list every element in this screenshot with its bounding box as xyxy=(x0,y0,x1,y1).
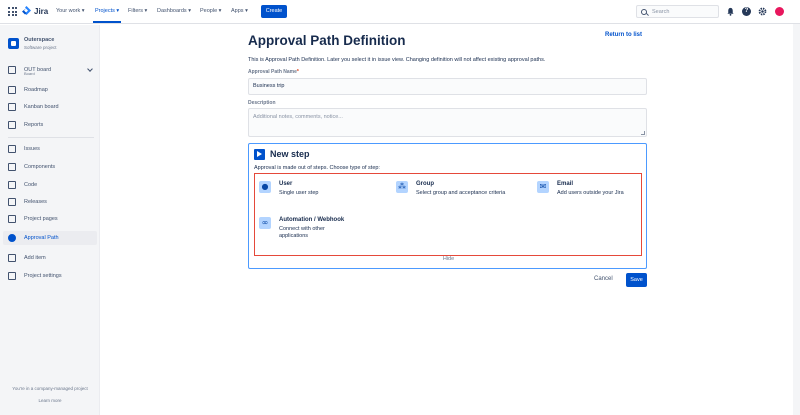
sidebar-item-kanban-board[interactable]: Kanban board xyxy=(0,100,96,114)
top-navigation: Jira Your work ▾ Projects ▾ Filters ▾ Da… xyxy=(0,0,800,24)
new-step-title: New step xyxy=(270,149,310,159)
page-title: Approval Path Definition xyxy=(248,33,406,48)
sidebar-item-label: Project settings xyxy=(24,273,62,279)
approval-path-name-label: Approval Path Name* xyxy=(248,69,299,75)
step-option-title: User xyxy=(279,181,293,187)
user-avatar[interactable] xyxy=(775,7,784,16)
approval-icon xyxy=(8,234,16,242)
description-textarea[interactable]: Additional notes, comments, notice... xyxy=(248,108,647,137)
link-icon: ∞ xyxy=(259,217,271,229)
releases-icon xyxy=(8,198,16,206)
step-option-desc: Single user step xyxy=(279,190,319,196)
board-selector[interactable]: OUT board xyxy=(0,63,96,77)
new-step-description: Approval is made out of steps. Choose ty… xyxy=(254,165,380,171)
group-icon: ⁂ xyxy=(396,181,408,193)
sidebar-item-add-item[interactable]: Add item xyxy=(0,251,96,265)
step-option-title: Group xyxy=(416,181,434,187)
learn-more-link[interactable]: Learn more xyxy=(0,398,100,403)
step-type-options: ● User Single user step ⁂ Group Select g… xyxy=(254,173,642,256)
sidebar-item-label: Kanban board xyxy=(24,104,59,110)
nav-apps[interactable]: Apps ▾ xyxy=(231,8,248,14)
help-icon[interactable]: ? xyxy=(742,7,751,16)
save-button[interactable]: Save xyxy=(626,273,647,287)
nav-people[interactable]: People ▾ xyxy=(200,8,221,14)
settings-gear-icon[interactable] xyxy=(758,7,767,16)
pages-icon xyxy=(8,215,16,223)
step-option-desc: Select group and acceptance criteria xyxy=(416,190,506,196)
nav-projects[interactable]: Projects ▾ xyxy=(95,8,119,14)
board-icon xyxy=(8,103,16,111)
step-option-desc: Add users outside your Jira xyxy=(557,190,624,196)
sidebar-item-issues[interactable]: Issues xyxy=(0,142,96,156)
sidebar-item-label: Project pages xyxy=(24,216,58,222)
app-switcher-icon[interactable] xyxy=(8,7,17,16)
project-type: Software project xyxy=(24,45,57,50)
jira-logo[interactable]: Jira xyxy=(22,6,48,17)
sidebar-item-approval-path[interactable]: Approval Path xyxy=(3,231,97,245)
components-icon xyxy=(8,163,16,171)
project-name: Outerspace xyxy=(24,37,55,43)
jira-logo-text: Jira xyxy=(34,7,49,16)
nav-dashboards[interactable]: Dashboards ▾ xyxy=(157,8,191,14)
settings-icon xyxy=(8,272,16,280)
sidebar-item-releases[interactable]: Releases xyxy=(0,195,96,209)
sidebar-item-label: Code xyxy=(24,182,38,188)
sidebar-item-roadmap[interactable]: Roadmap xyxy=(0,83,96,97)
step-option-desc: Connect with other applications xyxy=(279,226,325,239)
project-icon xyxy=(8,38,19,49)
sidebar-item-label: Approval Path xyxy=(24,235,59,241)
sidebar-divider xyxy=(8,137,94,138)
project-sidebar: Outerspace Software project OUT board Bo… xyxy=(0,25,100,415)
user-icon: ● xyxy=(259,181,271,193)
nav-active-indicator xyxy=(93,21,121,23)
hide-link[interactable]: Hide xyxy=(249,256,648,262)
email-icon: ✉ xyxy=(537,181,549,193)
sidebar-item-project-pages[interactable]: Project pages xyxy=(0,212,96,226)
code-icon xyxy=(8,181,16,189)
page-scrollbar[interactable] xyxy=(793,24,800,415)
sidebar-item-label: Issues xyxy=(24,146,40,152)
board-icon xyxy=(8,66,16,74)
reports-icon xyxy=(8,121,16,129)
sidebar-item-label: Add item xyxy=(24,255,46,261)
resize-handle-icon[interactable] xyxy=(641,131,645,135)
cancel-button[interactable]: Cancel xyxy=(594,276,613,282)
create-button[interactable]: Create xyxy=(261,5,287,18)
sidebar-item-label: Components xyxy=(24,164,56,170)
approval-path-name-input[interactable]: Business trip xyxy=(248,78,647,95)
return-to-list-link[interactable]: Return to list xyxy=(605,32,642,38)
search-placeholder: Search xyxy=(652,8,670,15)
notifications-icon[interactable] xyxy=(726,7,735,16)
sidebar-item-label: Reports xyxy=(24,122,44,128)
sidebar-item-reports[interactable]: Reports xyxy=(0,118,96,132)
sidebar-item-code[interactable]: Code xyxy=(0,178,96,192)
sidebar-item-label: Releases xyxy=(24,199,47,205)
description-placeholder: Additional notes, comments, notice... xyxy=(253,114,343,120)
add-icon xyxy=(8,254,16,262)
sidebar-item-project-settings[interactable]: Project settings xyxy=(0,269,96,283)
step-option-title: Email xyxy=(557,181,574,187)
search-input[interactable]: Search xyxy=(636,5,719,18)
play-icon xyxy=(254,149,265,160)
search-icon xyxy=(641,8,647,15)
nav-your-work[interactable]: Your work ▾ xyxy=(56,8,85,14)
board-sub-label: Board xyxy=(24,71,35,76)
roadmap-icon xyxy=(8,86,16,94)
step-option-title: Automation / Webhook xyxy=(279,217,345,223)
sidebar-item-components[interactable]: Components xyxy=(0,160,96,174)
nav-filters[interactable]: Filters ▾ xyxy=(128,8,147,14)
intro-text: This is Approval Path Definition. Later … xyxy=(248,57,546,63)
project-mode-note: You're in a company-managed project xyxy=(12,386,88,391)
new-step-panel: New step Approval is made out of steps. … xyxy=(248,143,647,269)
jira-logo-icon xyxy=(22,6,31,15)
issues-icon xyxy=(8,145,16,153)
description-label: Description xyxy=(248,100,276,106)
sidebar-item-label: Roadmap xyxy=(24,87,48,93)
